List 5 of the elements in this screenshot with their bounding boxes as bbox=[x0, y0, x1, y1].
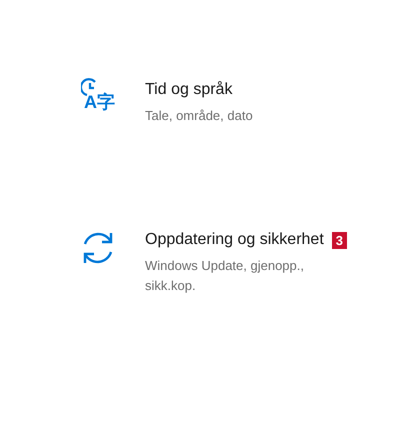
tile-title[interactable]: Oppdatering og sikkerhet bbox=[145, 228, 324, 252]
number-badge: 3 bbox=[332, 232, 348, 248]
tile-subtitle: Tale, område, dato bbox=[145, 107, 254, 125]
tile-subtitle: Windows Update, gjenopp., sikk.kop. bbox=[145, 257, 305, 295]
tile-title[interactable]: Tid og språk bbox=[145, 78, 232, 102]
